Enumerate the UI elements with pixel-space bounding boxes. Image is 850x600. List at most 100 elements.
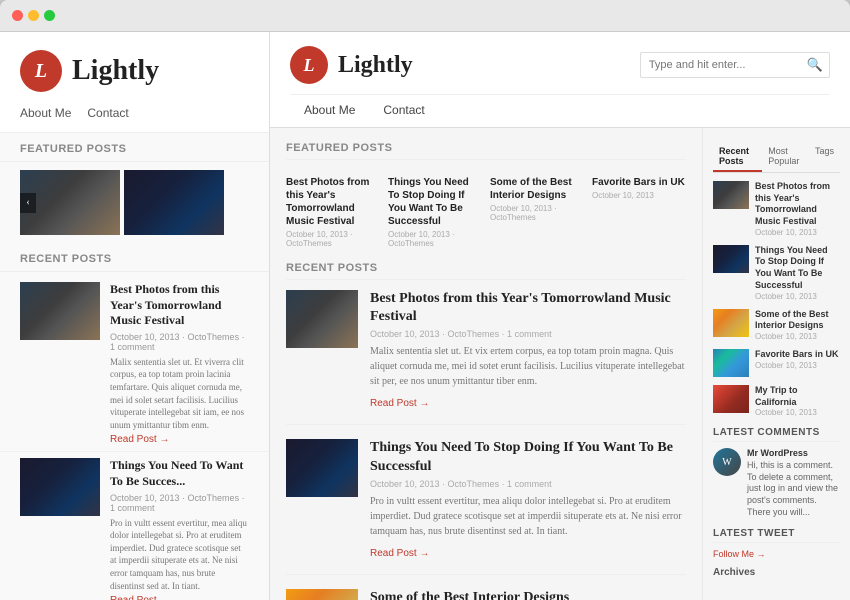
rp-excerpt-1: Pro in vultt essent evertitur, mea aliqu… [370, 494, 686, 539]
browser-body: L Lightly About Me Contact Featured Post… [0, 32, 850, 600]
archives-title: Archives [713, 567, 840, 578]
ms-nav-about[interactable]: About Me [290, 95, 369, 127]
rs-comment-author: Mr WordPress [747, 448, 808, 458]
sp-post-excerpt-0: Malix sententia slet ut. Et viverra clit… [110, 356, 249, 432]
feat-meta-3: October 10, 2013 [592, 191, 686, 200]
maximize-dot[interactable] [44, 10, 55, 21]
follow-me-link[interactable]: Follow Me → [713, 549, 840, 559]
browser-window: L Lightly About Me Contact Featured Post… [0, 0, 850, 600]
ms-nav-contact[interactable]: Contact [369, 95, 438, 127]
rp-meta-0: October 10, 2013 · OctoThemes · 1 commen… [370, 329, 686, 339]
rs-post-info-4: My Trip to California October 10, 2013 [755, 385, 840, 417]
feat-title-0: Best Photos from this Year's Tomorrowlan… [286, 176, 380, 228]
rs-post-1: Things You Need To Stop Doing If You Wan… [713, 245, 840, 301]
rs-thumb-2 [713, 309, 749, 337]
sp-featured-title: Featured Posts [0, 133, 269, 162]
rs-post-meta-4: October 10, 2013 [755, 408, 840, 417]
sp-header: L Lightly About Me Contact [0, 32, 269, 133]
rs-comment-0: W Mr WordPress Hi, this is a comment. To… [713, 448, 840, 518]
ms-sidebar-col: Recent Posts Most Popular Tags Best Phot… [702, 128, 850, 600]
rs-post-meta-1: October 10, 2013 [755, 292, 840, 301]
feat-title-2: Some of the Best Interior Designs [490, 176, 584, 202]
sp-post-title-1: Things You Need To Want To Be Succes... [110, 458, 249, 489]
rp-title-1: Things You Need To Stop Doing If You Wan… [370, 439, 686, 475]
latest-comments-title: Latest Comments [713, 427, 840, 442]
rp-thumb-2 [286, 589, 358, 600]
browser-titlebar [0, 0, 850, 32]
close-dot[interactable] [12, 10, 23, 21]
ms-content: Featured Posts ‹ Best Photos from this Y… [270, 128, 850, 600]
featured-item-3: › Favorite Bars in UK October 10, 2013 [592, 170, 686, 248]
ms-main-col: Featured Posts ‹ Best Photos from this Y… [270, 128, 702, 600]
browser-dots [12, 10, 55, 21]
rs-thumb-0 [713, 181, 749, 209]
recent-section-title: Recent Posts [286, 262, 686, 280]
feat-meta-0: October 10, 2013 · OctoThemes [286, 230, 380, 248]
rp-read-more-0[interactable]: Read Post → [370, 398, 429, 409]
rs-post-3: Favorite Bars in UK October 10, 2013 [713, 349, 840, 377]
rp-read-more-1[interactable]: Read Post → [370, 548, 429, 559]
rs-post-info-3: Favorite Bars in UK October 10, 2013 [755, 349, 839, 370]
comment-avatar: W [713, 448, 741, 476]
feat-meta-2: October 10, 2013 · OctoThemes [490, 204, 584, 222]
sp-feat-img-0: ‹ [20, 170, 120, 235]
sp-nav-contact[interactable]: Contact [87, 106, 128, 120]
rp-title-0: Best Photos from this Year's Tomorrowlan… [370, 290, 686, 326]
sp-logo-circle: L [20, 50, 62, 92]
rs-comment-text: Mr WordPress Hi, this is a comment. To d… [747, 448, 840, 518]
avatar-letter: W [722, 457, 731, 468]
sp-post-meta-0: October 10, 2013 · OctoThemes · 1 commen… [110, 332, 249, 352]
rs-post-title-1: Things You Need To Stop Doing If You Wan… [755, 245, 840, 292]
rp-content-0: Best Photos from this Year's Tomorrowlan… [370, 290, 686, 410]
ms-header: L Lightly 🔍 About Me Contact [270, 32, 850, 128]
recent-post-1: Things You Need To Stop Doing If You Wan… [286, 439, 686, 574]
ms-logo-circle: L [290, 46, 328, 84]
rs-comment-body: Hi, this is a comment. To delete a comme… [747, 460, 838, 517]
rs-post-meta-2: October 10, 2013 [755, 332, 840, 341]
sp-featured-posts: ‹ [0, 162, 269, 243]
list-item: Best Photos from this Year's Tomorrowlan… [0, 276, 269, 452]
rs-tab-popular[interactable]: Most Popular [762, 142, 809, 172]
featured-item-1: Things You Need To Stop Doing If You Wan… [388, 170, 482, 248]
sp-post-title-0: Best Photos from this Year's Tomorrowlan… [110, 282, 249, 329]
feat-title-3: Favorite Bars in UK [592, 176, 686, 189]
featured-item-2: Some of the Best Interior Designs Octobe… [490, 170, 584, 248]
rs-thumb-4 [713, 385, 749, 413]
sp-logo: L Lightly [20, 50, 249, 92]
search-button[interactable]: 🔍 [801, 53, 829, 77]
rp-meta-1: October 10, 2013 · OctoThemes · 1 commen… [370, 479, 686, 489]
list-item: Things You Need To Want To Be Succes... … [0, 452, 269, 600]
rs-tab-recent[interactable]: Recent Posts [713, 142, 762, 172]
sp-logo-text: Lightly [72, 55, 159, 87]
rp-title-2: Some of the Best Interior Designs [370, 589, 686, 600]
rs-tabs: Recent Posts Most Popular Tags [713, 142, 840, 173]
rs-thumb-3 [713, 349, 749, 377]
minimize-dot[interactable] [28, 10, 39, 21]
rs-post-info-2: Some of the Best Interior Designs Octobe… [755, 309, 840, 341]
sp-post-excerpt-1: Pro in vultt essent evertitur, mea aliqu… [110, 517, 249, 593]
rs-post-meta-3: October 10, 2013 [755, 361, 839, 370]
sp-nav-about[interactable]: About Me [20, 106, 71, 120]
latest-tweet-title: Latest Tweet [713, 528, 840, 543]
featured-item-0: ‹ Best Photos from this Year's Tomorrowl… [286, 170, 380, 248]
feat-arrow-left[interactable]: ‹ [20, 193, 36, 213]
sp-content-1: Things You Need To Want To Be Succes... … [110, 458, 249, 600]
rs-post-2: Some of the Best Interior Designs Octobe… [713, 309, 840, 341]
rp-thumb-1 [286, 439, 358, 497]
sp-feat-img-1 [124, 170, 224, 235]
rp-content-1: Things You Need To Stop Doing If You Wan… [370, 439, 686, 559]
rp-content-2: Some of the Best Interior Designs Octobe… [370, 589, 686, 600]
sp-read-more-0[interactable]: Read Post → [110, 434, 249, 445]
sp-recent-posts: Best Photos from this Year's Tomorrowlan… [0, 272, 269, 600]
sp-thumb-1 [20, 458, 100, 516]
sp-thumb-0 [20, 282, 100, 340]
featured-grid: ‹ Best Photos from this Year's Tomorrowl… [286, 170, 686, 248]
rp-excerpt-0: Malix sententia slet ut. Et vix ertem co… [370, 344, 686, 389]
rs-post-title-4: My Trip to California [755, 385, 840, 408]
rs-tab-tags[interactable]: Tags [809, 142, 840, 172]
sp-read-more-1[interactable]: Read Post → [110, 595, 249, 600]
search-input[interactable] [641, 55, 801, 75]
featured-section-title: Featured Posts [286, 142, 686, 160]
ms-search[interactable]: 🔍 [640, 52, 830, 78]
feat-title-1: Things You Need To Stop Doing If You Wan… [388, 176, 482, 228]
